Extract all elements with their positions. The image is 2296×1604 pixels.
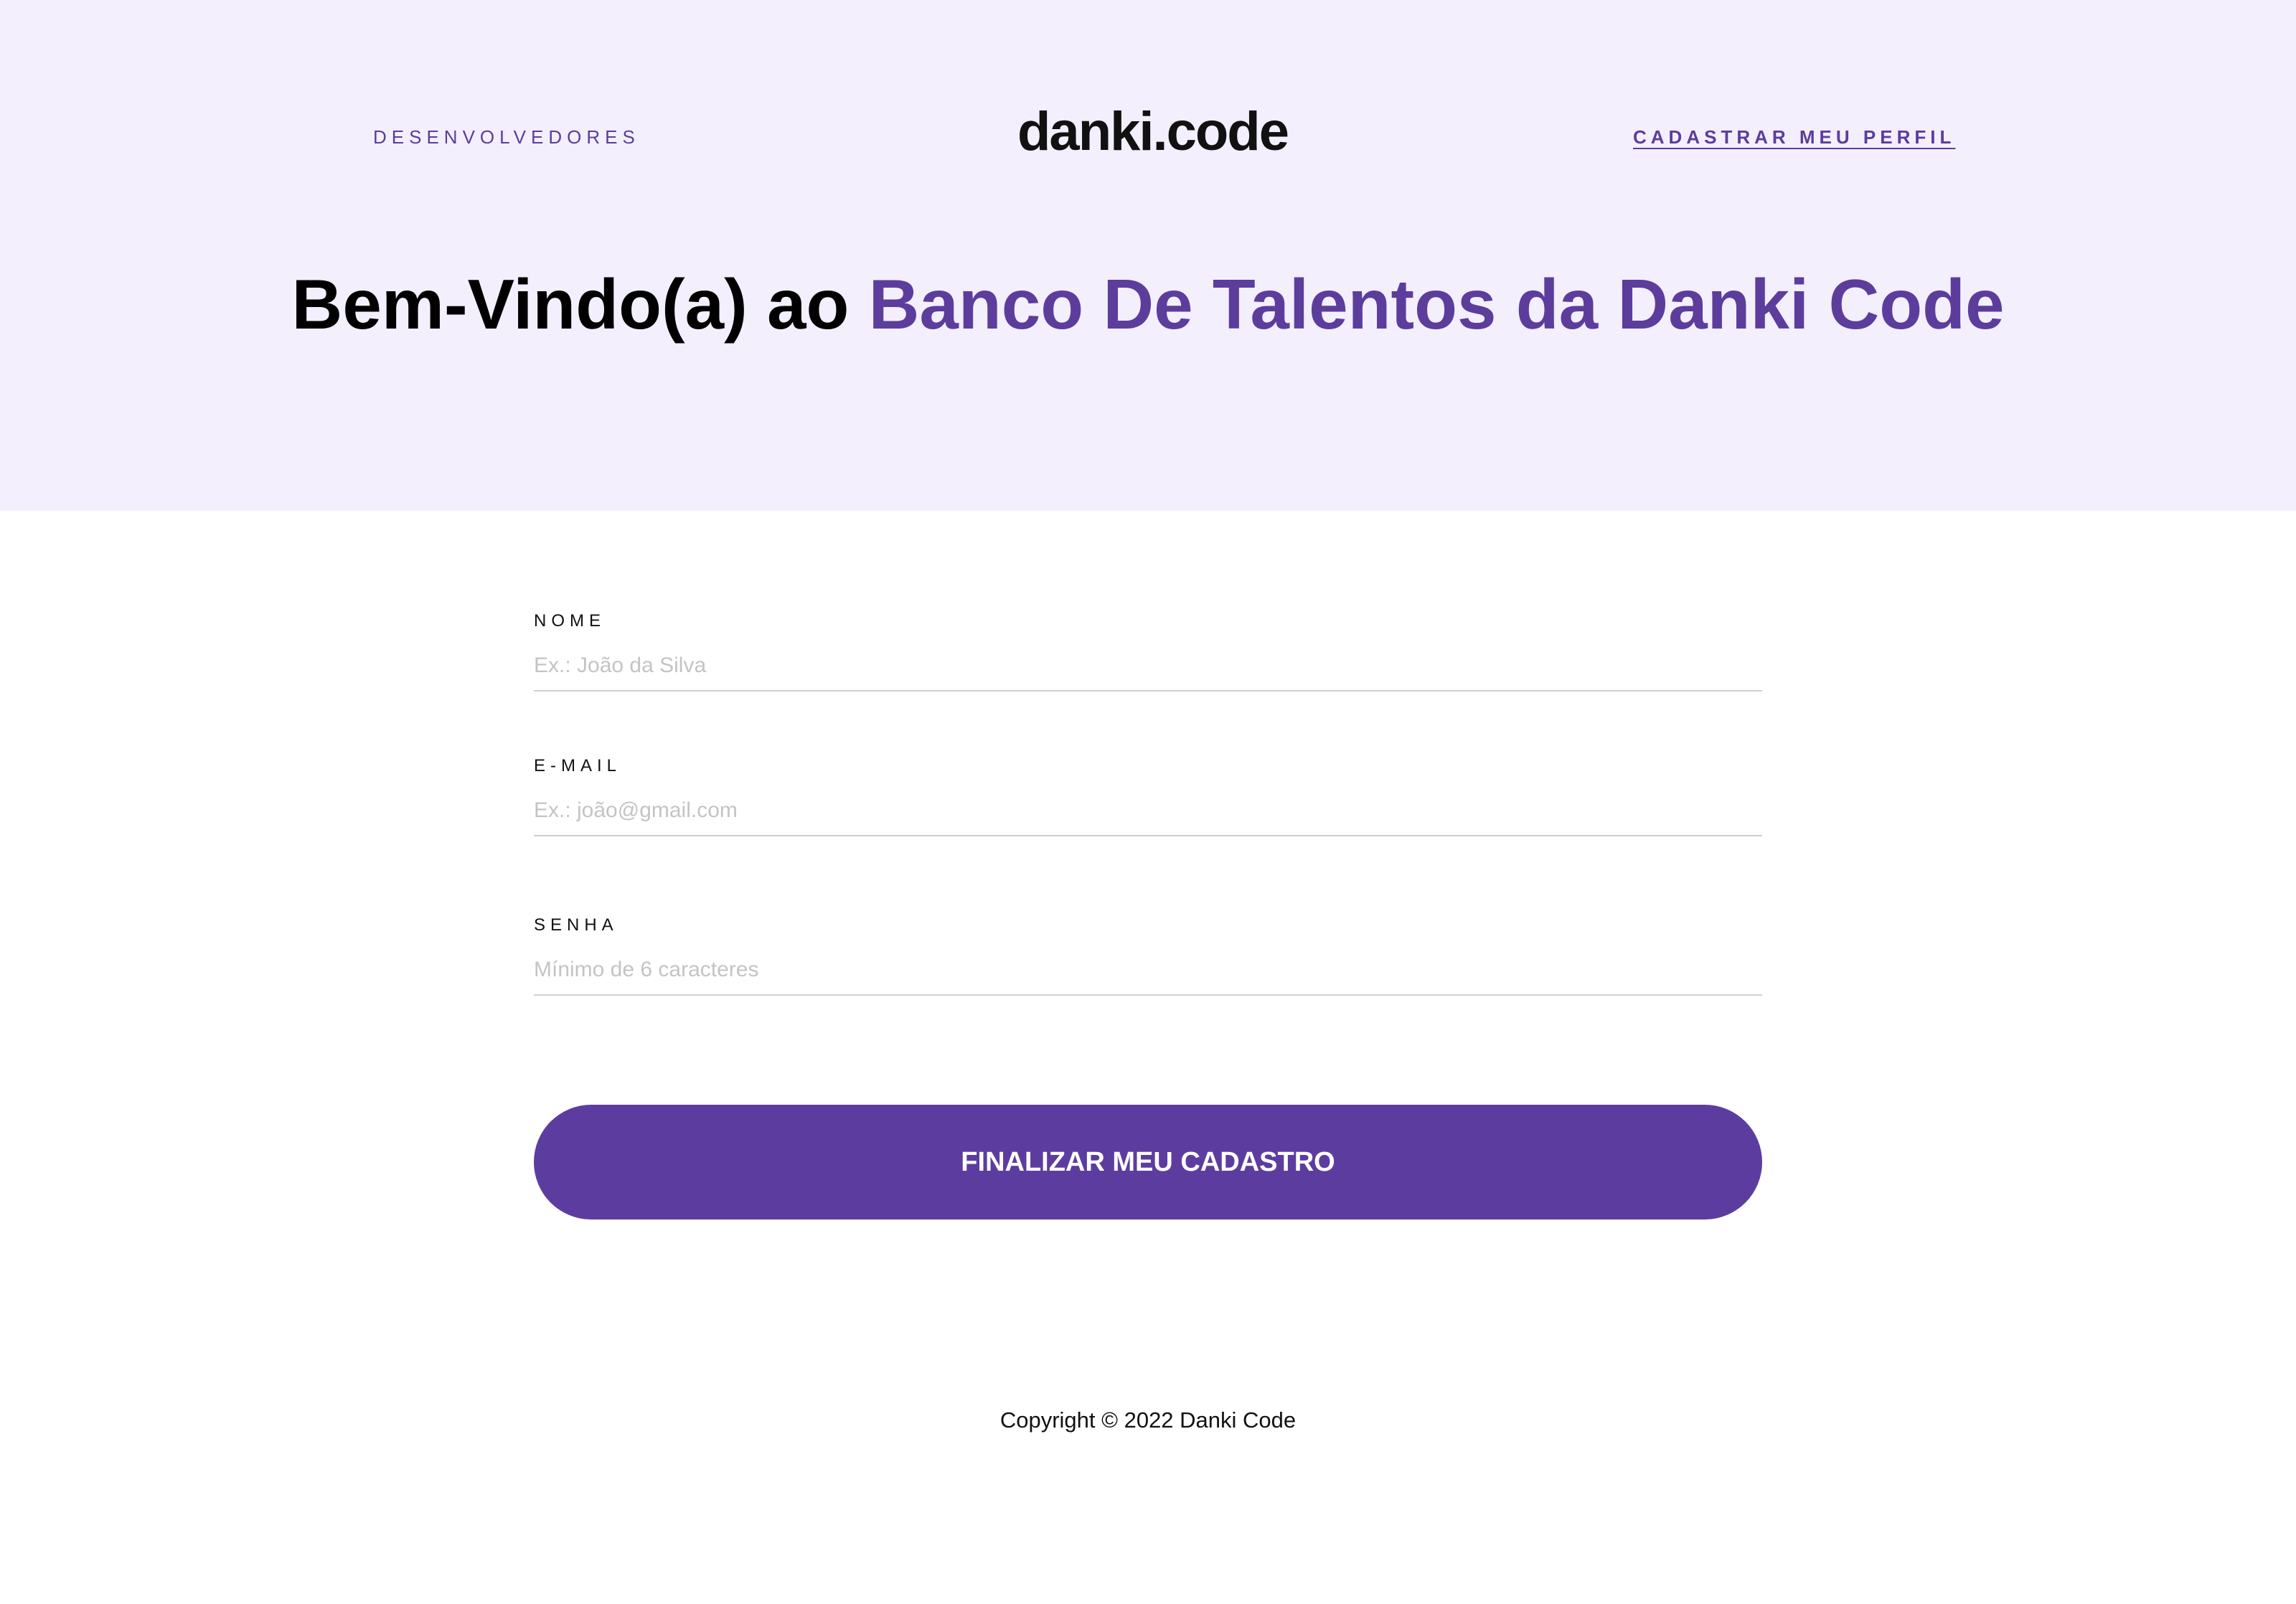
nav-developers-link[interactable]: DESENVOLVEDORES xyxy=(373,126,640,148)
email-field[interactable] xyxy=(534,786,1762,836)
email-label: E-MAIL xyxy=(534,756,622,775)
footer-copyright: Copyright © 2022 Danki Code xyxy=(999,1407,1297,1433)
page-title-plain: Bem-Vindo(a) ao xyxy=(291,265,869,344)
password-field[interactable] xyxy=(534,945,1762,996)
logo[interactable]: danki.code xyxy=(1017,100,1289,163)
page-title: Bem-Vindo(a) ao Banco De Talentos da Dan… xyxy=(0,261,2296,347)
name-field[interactable] xyxy=(534,641,1762,692)
name-label: NOME xyxy=(534,611,606,631)
password-label: SENHA xyxy=(534,915,618,935)
finish-registration-button[interactable]: FINALIZAR MEU CADASTRO xyxy=(534,1105,1762,1219)
hero-header: DESENVOLVEDORES danki.code CADASTRAR MEU… xyxy=(0,0,2296,511)
nav-register-profile-link[interactable]: CADASTRAR MEU PERFIL xyxy=(1633,126,1955,148)
page-title-accent: Banco De Talentos da Danki Code xyxy=(868,265,2005,344)
